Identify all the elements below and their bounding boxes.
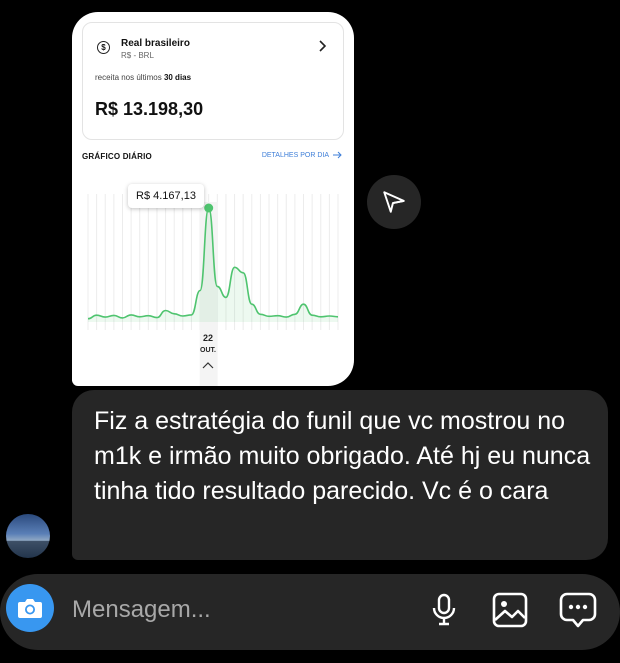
revenue-value: R$ 13.198,30 [95,99,204,119]
chart-tooltip: R$ 4.167,13 [128,184,204,208]
selected-month-label: OUT. [200,347,216,354]
account-name: Real brasileiro [121,38,190,49]
microphone-button[interactable] [424,590,464,630]
chat-bubble-icon [559,592,597,628]
camera-icon [18,599,42,618]
account-summary[interactable]: $ Real brasileiro R$ - BRL receita nos ú… [82,22,344,140]
highlight-point [204,203,214,213]
share-button[interactable] [367,175,421,229]
image-icon [492,592,528,628]
sender-avatar[interactable] [6,514,50,558]
sticker-button[interactable] [558,590,598,630]
revenue-label: receita nos últimos 30 dias [95,73,192,82]
gallery-button[interactable] [490,590,530,630]
selected-day-label: 22 [202,333,213,343]
message-composer: Mensagem... [0,574,620,650]
chart-section-title: GRÁFICO DIÁRIO [82,152,152,161]
details-by-day-link: DETALHES POR DIA [262,151,342,159]
camera-button[interactable] [6,584,54,632]
arrow-right-icon [333,151,342,159]
message-text: Fiz a estratégia do funil que vc mostrou… [94,407,591,505]
microphone-icon [432,593,456,626]
message-bubble[interactable]: Fiz a estratégia do funil que vc mostrou… [72,390,608,560]
chevron-right-icon [319,40,327,52]
revenue-period: 30 dias [163,73,192,82]
message-input[interactable]: Mensagem... [72,596,211,624]
chevron-up-icon [202,362,214,369]
shared-image-card[interactable]: $ Real brasileiro R$ - BRL receita nos ú… [72,12,354,386]
currency-icon: $ [97,41,110,54]
send-icon [383,191,405,213]
account-code: R$ - BRL [121,51,154,60]
